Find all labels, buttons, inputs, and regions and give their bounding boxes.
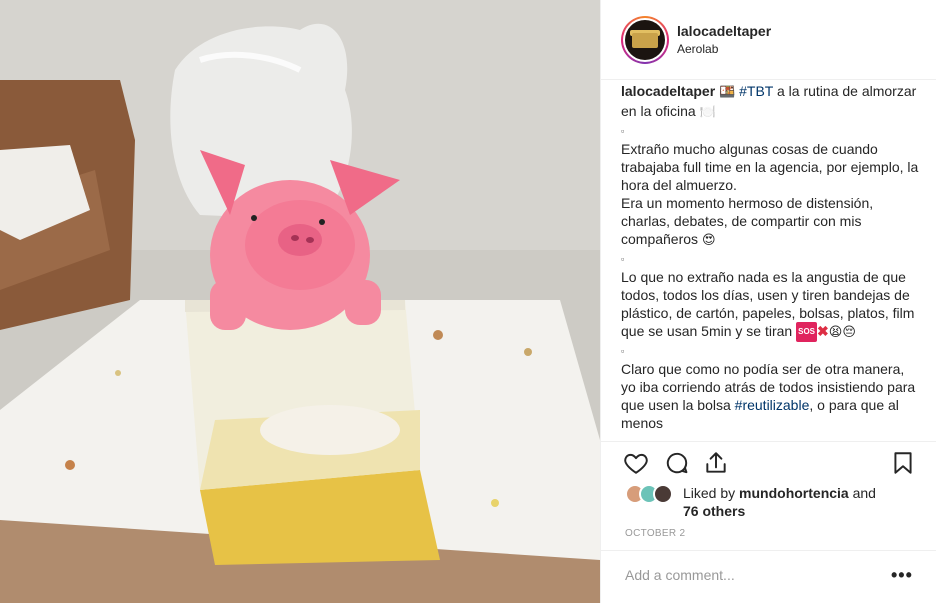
comment-icon[interactable] xyxy=(664,450,690,476)
caption-dot: ▫ xyxy=(621,126,625,136)
action-bar xyxy=(601,441,936,481)
hashtag-reutilizable[interactable]: #reutilizable xyxy=(735,397,810,413)
caption-dot: ▫ xyxy=(621,346,625,356)
avatar[interactable] xyxy=(653,484,673,504)
post-header: lalocadeltaper Aerolab xyxy=(601,0,936,80)
bookmark-icon[interactable] xyxy=(890,450,916,476)
header-location[interactable]: Aerolab xyxy=(677,42,718,56)
header-username[interactable]: lalocadeltaper xyxy=(677,23,771,39)
liker-username[interactable]: mundohortencia xyxy=(739,485,849,501)
tired-emoji: 😫 xyxy=(828,325,843,340)
likes-prefix: Liked by xyxy=(683,485,740,501)
comment-input[interactable]: Add a comment... xyxy=(625,567,875,587)
likes-and: and xyxy=(848,485,876,501)
sos-emoji: SOS xyxy=(796,322,818,342)
caption-username[interactable]: lalocadeltaper xyxy=(621,83,715,99)
likes-section: Liked by mundohortencia and 76 others xyxy=(621,482,921,522)
likes-text: Liked by mundohortencia and 76 others xyxy=(683,484,876,520)
likes-others[interactable]: 76 others xyxy=(683,503,745,519)
share-icon[interactable] xyxy=(703,450,729,476)
post-caption: lalocadeltaper 🍱 #TBT a la rutina de alm… xyxy=(621,82,921,440)
caption-paragraph-3: Era un momento hermoso de distensión, ch… xyxy=(621,195,874,247)
heart-icon[interactable] xyxy=(623,450,649,476)
heart-eyes-emoji: 😍 xyxy=(701,233,716,248)
cross-emoji: ✖ xyxy=(817,323,829,339)
avatar[interactable] xyxy=(621,16,669,64)
post-panel: lalocadeltaper Aerolab lalocadeltaper 🍱 … xyxy=(600,0,936,603)
photo-illustration xyxy=(0,0,600,603)
hashtag-tbt[interactable]: #TBT xyxy=(739,83,773,99)
sad-emoji: 😔 xyxy=(842,325,856,340)
post-date[interactable]: OCTOBER 2 xyxy=(625,528,685,539)
bento-emoji: 🍱 xyxy=(719,85,736,100)
caption-paragraph-4: Lo que no extraño nada es la angustia de… xyxy=(621,269,915,339)
liker-avatars[interactable] xyxy=(625,484,681,504)
caption-dot: ▫ xyxy=(621,254,625,264)
caption-paragraph-2: Extraño mucho algunas cosas de cuando tr… xyxy=(621,141,919,193)
more-options-icon[interactable]: ••• xyxy=(891,565,913,586)
plate-emoji: 🍽️ xyxy=(699,105,716,120)
post-photo xyxy=(0,0,600,603)
comment-bar: Add a comment... ••• xyxy=(601,550,936,603)
